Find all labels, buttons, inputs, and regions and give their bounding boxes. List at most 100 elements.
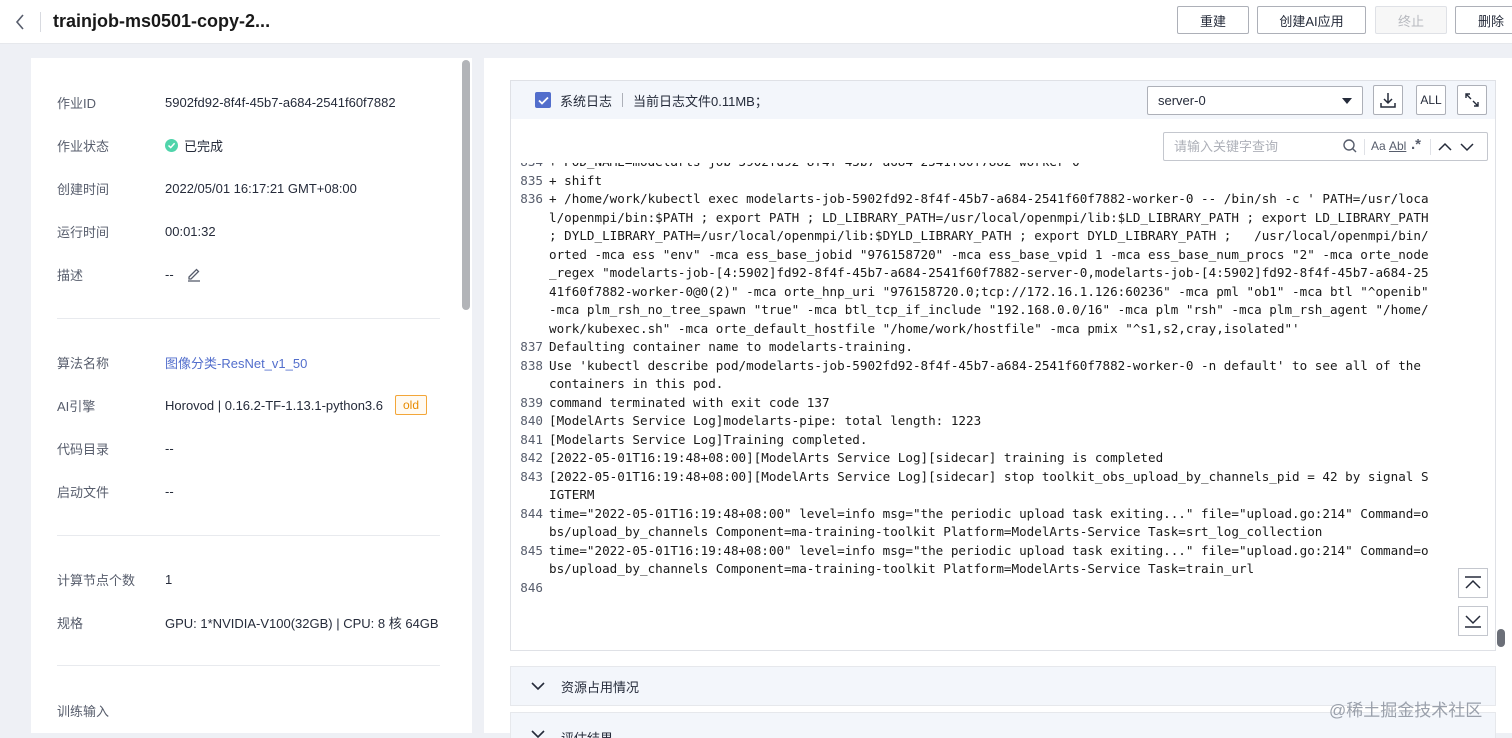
match-whole-word-toggle[interactable]: Abl <box>1389 139 1406 153</box>
node-select-value: server-0 <box>1158 93 1206 108</box>
chevron-down-icon <box>531 730 545 738</box>
detail-value: 00:01:32 <box>165 223 216 239</box>
log-line: 835 + shift <box>511 172 1471 191</box>
detail-row-training-input: 训练输入 <box>57 700 165 720</box>
section-divider <box>57 535 440 536</box>
detail-value: 2022/05/01 16:17:21 GMT+08:00 <box>165 180 357 196</box>
log-line-number: 844 <box>520 505 543 521</box>
detail-row-code-dir: 代码目录 -- <box>57 438 174 458</box>
system-log-label: 系统日志 <box>560 93 613 109</box>
detail-label: 作业ID <box>57 95 97 111</box>
log-line: 837 Defaulting container name to modelart… <box>511 338 1471 357</box>
detail-value: 1 <box>165 571 173 587</box>
log-line-text: + /home/work/kubectl exec modelarts-job-… <box>549 191 1437 336</box>
log-line-number: 837 <box>520 339 543 354</box>
log-line: 840 [ModelArts Service Log]modelarts-pipe… <box>511 412 1471 431</box>
log-search-box: Aa Abl .* <box>1163 132 1488 161</box>
scroll-top-icon <box>1465 576 1481 589</box>
page-title: trainjob-ms0501-copy-2... <box>53 11 271 31</box>
back-button[interactable] <box>0 0 40 44</box>
evaluation-title: 评估结果 <box>561 728 613 738</box>
old-version-badge: old <box>395 395 428 415</box>
next-match-chevron-down-icon[interactable] <box>1460 141 1474 155</box>
description-text: -- <box>165 266 174 282</box>
algorithm-link[interactable]: 图像分类-ResNet_v1_50 <box>165 353 307 372</box>
detail-label: 计算节点个数 <box>57 572 136 588</box>
node-select[interactable]: server-0 <box>1147 86 1363 115</box>
detail-value: 已完成 <box>165 136 223 155</box>
detail-label: 规格 <box>57 615 84 631</box>
scroll-to-bottom-button[interactable] <box>1458 606 1488 636</box>
detail-row-engine: AI引擎 Horovod | 0.16.2-TF-1.13.1-python3.… <box>57 395 428 415</box>
fullscreen-button[interactable] <box>1457 85 1487 115</box>
match-case-toggle[interactable]: Aa <box>1371 139 1386 153</box>
detail-value: -- <box>165 266 202 282</box>
log-line: 846 <box>511 579 1471 598</box>
expand-icon <box>1465 93 1479 107</box>
detail-label: 创建时间 <box>57 181 110 197</box>
log-line-number: 839 <box>520 394 543 410</box>
rebuild-button[interactable]: 重建 <box>1177 6 1249 34</box>
log-line-number: 838 <box>520 357 543 373</box>
log-line-text <box>549 579 1429 598</box>
current-log-file-size: 当前日志文件0.11MB； <box>633 93 768 109</box>
log-scrollbar[interactable] <box>1497 629 1505 647</box>
dropdown-caret-icon <box>1342 98 1352 104</box>
log-line: 841 [Modelarts Service Log]Training compl… <box>511 431 1471 450</box>
search-divider <box>1364 139 1365 155</box>
detail-label: 运行时间 <box>57 224 110 240</box>
header-divider <box>40 11 41 32</box>
edit-pencil-icon[interactable] <box>186 266 202 282</box>
log-line-number: 840 <box>520 413 543 428</box>
check-circle-icon <box>165 138 178 152</box>
page-header: trainjob-ms0501-copy-2... 重建 创建AI应用 终止 删… <box>0 0 1512 44</box>
section-divider <box>57 318 440 319</box>
search-icon[interactable] <box>1342 138 1358 157</box>
log-line-text: [Modelarts Service Log]Training complete… <box>549 431 868 447</box>
download-icon <box>1380 93 1396 108</box>
download-log-button[interactable] <box>1373 85 1403 115</box>
log-line: 839 command terminated with exit code 137 <box>511 394 1471 413</box>
resource-usage-title: 资源占用情况 <box>561 679 640 695</box>
log-line-text: + shift <box>549 172 603 188</box>
scroll-to-top-button[interactable] <box>1458 568 1488 598</box>
previous-match-chevron-up-icon[interactable] <box>1438 141 1452 155</box>
detail-row-boot-file: 启动文件 -- <box>57 481 174 501</box>
stop-button[interactable]: 终止 <box>1375 6 1447 34</box>
detail-label: 训练输入 <box>57 703 110 719</box>
log-line: 845 time="2022-05-01T16:19:48+08:00" leve… <box>511 542 1471 579</box>
all-logs-button[interactable]: ALL <box>1416 85 1446 115</box>
section-divider <box>57 665 440 666</box>
delete-button[interactable]: 删除 <box>1455 6 1512 34</box>
log-line-text: time="2022-05-01T16:19:48+08:00" level=i… <box>549 542 1429 577</box>
checkmark-icon <box>537 96 549 105</box>
detail-row-runtime: 运行时间 00:01:32 <box>57 221 216 241</box>
detail-value: -- <box>165 440 174 456</box>
toolbar-divider <box>622 93 624 107</box>
log-line: 836 + /home/work/kubectl exec modelarts-j… <box>511 190 1471 338</box>
detail-row-description: 描述 -- <box>57 264 202 284</box>
log-line-number: 834 <box>511 163 549 172</box>
engine-text: Horovod | 0.16.2-TF-1.13.1-python3.6 <box>165 397 383 413</box>
regex-toggle[interactable]: .* <box>1411 136 1421 153</box>
log-line: 842 [2022-05-01T16:19:48+08:00][ModelArts… <box>511 449 1471 468</box>
log-line-number: 842 <box>520 450 543 465</box>
system-log-checkbox[interactable] <box>535 92 551 108</box>
search-divider <box>1430 139 1431 155</box>
log-viewer: 系统日志 当前日志文件0.11MB； server-0 ALL Aa Abl <box>510 80 1505 651</box>
log-line-number: 841 <box>520 431 543 447</box>
log-search-input[interactable] <box>1174 133 1334 160</box>
job-details-panel: 作业ID 5902fd92-8f4f-45b7-a684-2541f60f788… <box>31 58 472 733</box>
log-line-text: [2022-05-01T16:19:48+08:00][ModelArts Se… <box>549 468 1429 503</box>
scroll-bottom-icon <box>1465 615 1481 628</box>
log-panel: 系统日志 当前日志文件0.11MB； server-0 ALL Aa Abl <box>484 58 1512 738</box>
log-line-number: 845 <box>520 542 543 558</box>
left-panel-scrollbar[interactable] <box>462 60 470 310</box>
log-line-text: Defaulting container name to modelarts-t… <box>549 339 913 354</box>
detail-value: -- <box>165 483 174 499</box>
watermark: @稀土掘金技术社区 <box>1329 701 1483 720</box>
create-ai-app-button[interactable]: 创建AI应用 <box>1257 6 1366 34</box>
detail-label: 作业状态 <box>57 138 110 154</box>
detail-label: 算法名称 <box>57 355 110 371</box>
log-line-text: command terminated with exit code 137 <box>549 394 830 410</box>
